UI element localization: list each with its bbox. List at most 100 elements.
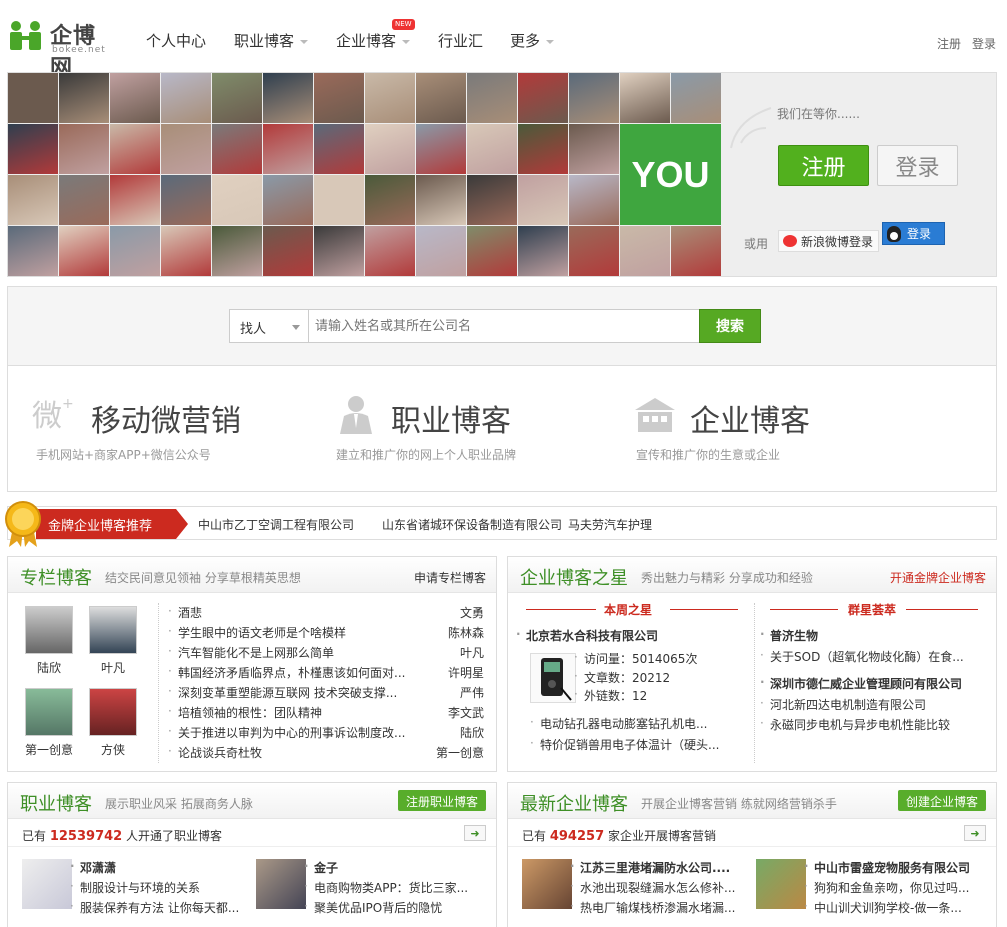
member-photo[interactable] xyxy=(110,175,160,225)
ribbon-link[interactable]: 马夫劳汽车护理 xyxy=(568,516,652,533)
nav-personal-center[interactable]: 个人中心 xyxy=(146,30,206,51)
company-thumbnail[interactable] xyxy=(756,859,806,909)
search-type-select[interactable]: 找人 xyxy=(229,309,309,343)
member-photo[interactable] xyxy=(314,124,364,174)
person-name[interactable]: 叶凡 xyxy=(83,659,143,676)
article-link[interactable]: 深刻变革重塑能源互联网 技术突破支撑... xyxy=(168,684,397,701)
member-photo[interactable] xyxy=(8,175,58,225)
nav-industry[interactable]: 行业汇 xyxy=(438,30,483,51)
panel-title[interactable]: 职业博客 xyxy=(20,790,92,816)
ribbon-link[interactable]: 中山市乙丁空调工程有限公司 xyxy=(198,516,354,533)
member-photo[interactable] xyxy=(569,226,619,276)
article-link[interactable]: 关于推进以审判为中心的刑事诉讼制度改... xyxy=(168,724,405,741)
member-photo[interactable] xyxy=(263,175,313,225)
create-enterprise-blog-button[interactable]: 创建企业博客 xyxy=(897,790,986,811)
article-author[interactable]: 陈林森 xyxy=(448,624,484,641)
article-link[interactable]: 永磁同步电机与异步电机性能比较 xyxy=(760,716,950,733)
article-link[interactable]: 服装保养有方法 让你每天都... xyxy=(70,899,239,916)
member-photo[interactable] xyxy=(8,124,58,174)
company-link[interactable]: 普济生物 xyxy=(760,627,818,644)
product-thumbnail[interactable] xyxy=(530,653,576,703)
member-photo[interactable] xyxy=(416,124,466,174)
company-thumbnail[interactable] xyxy=(522,859,572,909)
avatar[interactable] xyxy=(89,606,137,654)
member-photo[interactable] xyxy=(416,73,466,123)
member-photo[interactable] xyxy=(263,124,313,174)
article-author[interactable]: 许明星 xyxy=(448,664,484,681)
member-photo[interactable] xyxy=(620,73,670,123)
article-link[interactable]: 培植领袖的根性：团队精神 xyxy=(168,704,322,721)
member-photo[interactable] xyxy=(212,73,262,123)
member-photo[interactable] xyxy=(467,73,517,123)
qq-login-button[interactable]: 登录 xyxy=(882,222,945,245)
nav-career-blog[interactable]: 职业博客 xyxy=(234,30,309,51)
article-link[interactable]: 水池出现裂缝漏水怎么修补... xyxy=(570,879,735,896)
member-photo[interactable] xyxy=(212,124,262,174)
article-author[interactable]: 叶凡 xyxy=(460,644,484,661)
member-photo[interactable] xyxy=(110,124,160,174)
member-photo[interactable] xyxy=(365,124,415,174)
member-photo[interactable] xyxy=(620,226,670,276)
article-link[interactable]: 聚美优品IPO背后的隐忧 xyxy=(304,899,442,916)
member-photo[interactable] xyxy=(59,124,109,174)
avatar[interactable] xyxy=(256,859,306,909)
panel-title[interactable]: 企业博客之星 xyxy=(520,564,628,590)
ribbon-link[interactable]: 山东省诸城环保设备制造有限公司 xyxy=(382,516,562,533)
member-photo[interactable] xyxy=(110,73,160,123)
article-link[interactable]: 狗狗和金鱼亲吻，你见过吗... xyxy=(804,879,969,896)
member-photo[interactable] xyxy=(314,226,364,276)
member-photo[interactable] xyxy=(161,226,211,276)
weibo-login-button[interactable]: 新浪微博登录 xyxy=(778,230,879,252)
person-name[interactable]: 金子 xyxy=(304,859,338,876)
member-photo[interactable] xyxy=(518,175,568,225)
member-photo[interactable] xyxy=(518,226,568,276)
member-photo[interactable] xyxy=(365,73,415,123)
article-author[interactable]: 陆欣 xyxy=(460,724,484,741)
article-author[interactable]: 文勇 xyxy=(460,604,484,621)
feature-title-career[interactable]: 职业博客 xyxy=(391,396,511,440)
article-author[interactable]: 李文武 xyxy=(448,704,484,721)
article-author[interactable]: 第一创意 xyxy=(436,744,484,761)
article-link[interactable]: 中山训犬训狗学校-做一条... xyxy=(804,899,962,916)
member-photo[interactable] xyxy=(467,124,517,174)
person-name[interactable]: 方侠 xyxy=(83,741,143,758)
article-link[interactable]: 汽车智能化不是上网那么简单 xyxy=(168,644,334,661)
article-link[interactable]: 河北新四达电机制造有限公司 xyxy=(760,696,926,713)
panel-title[interactable]: 专栏博客 xyxy=(20,564,92,590)
member-photo[interactable] xyxy=(161,175,211,225)
article-link[interactable]: 制服设计与环境的关系 xyxy=(70,879,200,896)
article-link[interactable]: 韩国经济矛盾临界点，朴槿惠该如何面对... xyxy=(168,664,405,681)
member-photo[interactable] xyxy=(212,175,262,225)
header-login-link[interactable]: 登录 xyxy=(972,35,996,52)
week-star-company[interactable]: 北京若水合科技有限公司 xyxy=(516,627,658,644)
member-photo[interactable] xyxy=(212,226,262,276)
register-button[interactable]: 注册 xyxy=(778,145,869,186)
you-tile[interactable]: YOU xyxy=(620,124,721,225)
article-link[interactable]: 电商购物类APP：货比三家... xyxy=(304,879,468,896)
open-gold-blog-link[interactable]: 开通金牌企业博客 xyxy=(890,569,986,586)
article-link[interactable]: 关于SOD（超氧化物歧化酶）在食... xyxy=(760,648,964,665)
nav-more[interactable]: 更多 xyxy=(510,30,555,51)
member-photo[interactable] xyxy=(8,73,58,123)
search-input[interactable] xyxy=(308,309,700,343)
member-photo[interactable] xyxy=(569,73,619,123)
member-photo[interactable] xyxy=(518,73,568,123)
member-photo[interactable] xyxy=(263,226,313,276)
feature-title-enterprise[interactable]: 企业博客 xyxy=(690,396,810,440)
avatar[interactable] xyxy=(89,688,137,736)
arrow-right-icon[interactable]: ➜ xyxy=(964,825,986,841)
login-button[interactable]: 登录 xyxy=(877,145,958,186)
member-photo[interactable] xyxy=(8,226,58,276)
avatar[interactable] xyxy=(25,606,73,654)
arrow-right-icon[interactable]: ➜ xyxy=(464,825,486,841)
header-register-link[interactable]: 注册 xyxy=(937,35,961,52)
member-photo[interactable] xyxy=(569,175,619,225)
member-photo[interactable] xyxy=(110,226,160,276)
article-author[interactable]: 严伟 xyxy=(460,684,484,701)
article-link[interactable]: 学生眼中的语文老师是个啥模样 xyxy=(168,624,346,641)
member-photo[interactable] xyxy=(416,226,466,276)
member-photo[interactable] xyxy=(365,226,415,276)
member-photo[interactable] xyxy=(161,124,211,174)
avatar[interactable] xyxy=(25,688,73,736)
article-link[interactable]: 特价促销兽用电子体温计（硬头... xyxy=(530,736,719,753)
